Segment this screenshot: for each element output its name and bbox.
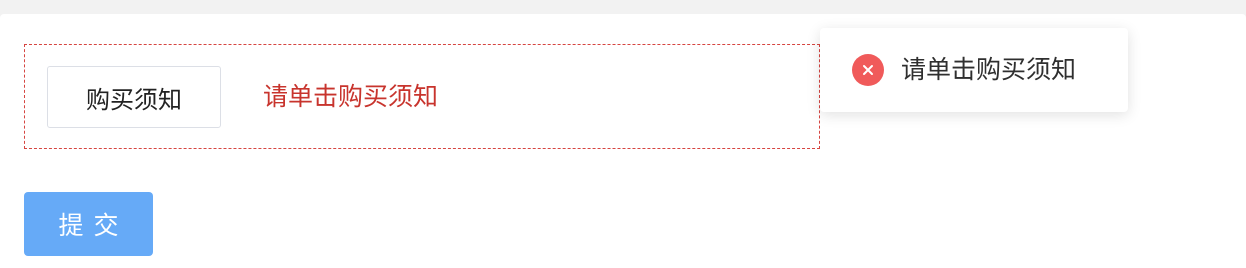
toast-message: 请单击购买须知 <box>901 55 1077 84</box>
submit-button[interactable]: 提交 <box>24 192 153 256</box>
notice-field-box: 购买须知 请单击购买须知 <box>24 44 820 149</box>
error-toast: 请单击购买须知 <box>820 28 1128 112</box>
validation-error-text: 请单击购买须知 <box>263 82 439 111</box>
purchase-notice-button[interactable]: 购买须知 <box>47 66 221 128</box>
close-circle-icon <box>852 54 884 86</box>
